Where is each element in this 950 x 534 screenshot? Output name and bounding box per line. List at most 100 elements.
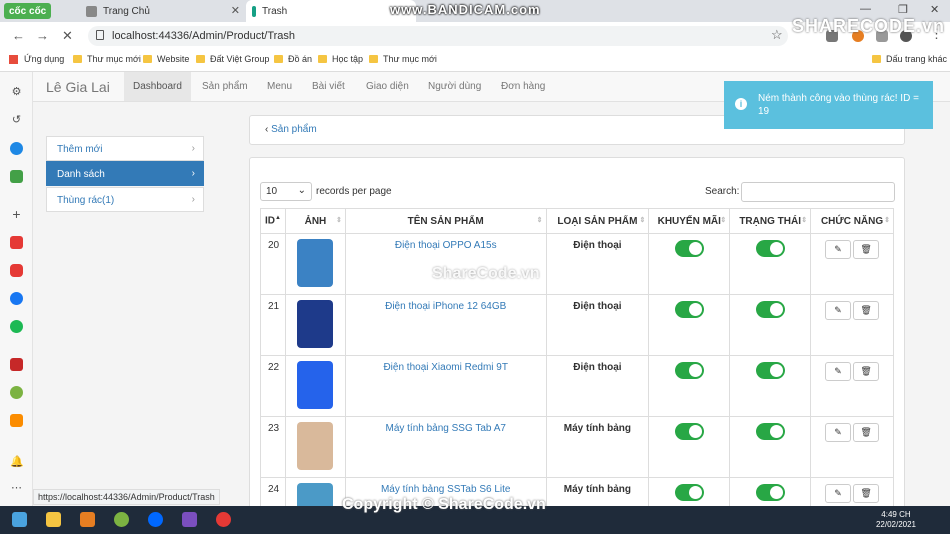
bookmark-folder[interactable]: Website [143, 54, 189, 64]
edit-icon: ✎ [834, 488, 842, 498]
menu-label: Danh sách [57, 169, 105, 180]
messenger-icon[interactable] [10, 142, 23, 155]
col-status[interactable]: TRẠNG THÁI ⇕ [729, 208, 812, 234]
url-input[interactable]: localhost:44336/Admin/Product/Trash [88, 26, 788, 46]
menu-danh-sach[interactable]: Danh sách › [46, 161, 204, 186]
status-toggle[interactable] [755, 301, 785, 318]
back-arrow-icon[interactable]: ← [12, 28, 25, 43]
zalo-icon[interactable] [148, 512, 163, 527]
delete-button[interactable]: 🗑 [853, 301, 880, 320]
coccoc-logo[interactable]: cốc cốc [4, 3, 52, 19]
promo-toggle[interactable] [674, 423, 704, 440]
col-category[interactable]: LOẠI SẢN PHẨM ⇕ [545, 208, 650, 234]
trash-icon: 🗑 [860, 427, 872, 437]
back-link[interactable]: Sản phẩm [271, 124, 317, 135]
add-icon[interactable]: + [10, 207, 23, 221]
file-explorer-icon[interactable] [46, 512, 61, 527]
bookmark-folder[interactable]: Học tập [318, 54, 363, 64]
nav-bai-viet[interactable]: Bài viết [312, 81, 345, 92]
system-clock[interactable]: 4:49 CH 22/02/2021 [876, 510, 916, 530]
product-name-link[interactable]: Điện thoại Xiaomi Redmi 9T [383, 362, 508, 373]
nav-nguoi-dung[interactable]: Người dùng [428, 81, 481, 92]
col-actions[interactable]: CHỨC NĂNG ⇕ [810, 208, 894, 234]
product-name-link[interactable]: Máy tính bảng SSG Tab A7 [385, 423, 505, 434]
browser-sidebar: ⚙ ↺ + 🔔 ⋯ [0, 72, 33, 512]
promo-toggle[interactable] [674, 362, 704, 379]
search-label: Search: [705, 186, 740, 197]
bookmark-label: Ứng dụng [24, 54, 65, 64]
product-name-link[interactable]: Điện thoại iPhone 12 64GB [385, 301, 506, 312]
cell-id: 21 [260, 294, 286, 356]
menu-thung-rac[interactable]: Thùng rác(1) › [46, 187, 204, 212]
product-name-link[interactable]: Điện thoại OPPO A15s [395, 240, 497, 251]
menu-them-moi[interactable]: Thêm mới › [46, 136, 204, 161]
game-icon[interactable] [10, 170, 23, 183]
app-brand[interactable]: Lê Gia Lai [46, 79, 110, 95]
media-icon[interactable] [80, 512, 95, 527]
facebook-icon[interactable] [10, 292, 23, 305]
edit-button[interactable]: ✎ [825, 240, 852, 259]
bookmark-apps[interactable]: Ứng dụng [9, 54, 64, 64]
more-icon[interactable]: ⋯ [10, 482, 23, 495]
youtube-icon[interactable] [10, 264, 23, 277]
vtv-icon[interactable] [10, 358, 23, 371]
edit-button[interactable]: ✎ [825, 484, 852, 503]
nav-dashboard[interactable]: Dashboard [124, 72, 191, 101]
history-icon[interactable]: ↺ [10, 114, 23, 127]
bookmark-folder[interactable]: Thư mục mới [73, 54, 141, 64]
delete-button[interactable]: 🗑 [853, 240, 880, 259]
edit-button[interactable]: ✎ [825, 423, 852, 442]
col-promo[interactable]: KHUYẾN MÃI ⇕ [648, 208, 731, 234]
windows-start-icon[interactable] [12, 512, 27, 527]
chevron-right-icon: › [191, 143, 195, 154]
coccoc-taskbar-icon[interactable] [114, 512, 129, 527]
promo-toggle[interactable] [674, 484, 704, 501]
settings-icon[interactable]: ⚙ [10, 86, 23, 99]
forward-arrow-icon[interactable]: → [36, 28, 49, 43]
recorder-watermark: www.BANDICAM.com [390, 2, 541, 17]
delete-button[interactable]: 🗑 [853, 362, 880, 381]
nav-san-pham[interactable]: Sản phẩm [202, 81, 248, 92]
search-input[interactable] [741, 182, 895, 202]
bookmark-folder[interactable]: Đồ án [274, 54, 312, 64]
tab-title: Trang Chủ [103, 5, 150, 17]
bell-icon[interactable]: 🔔 [10, 456, 24, 469]
gmail-icon[interactable] [10, 236, 23, 249]
bookmark-folder[interactable]: Thư mục mới [369, 54, 437, 64]
status-toggle[interactable] [755, 423, 785, 440]
delete-button[interactable]: 🗑 [853, 423, 880, 442]
delete-button[interactable]: 🗑 [853, 484, 880, 503]
col-id[interactable]: ID▲ [260, 208, 286, 234]
close-window-icon[interactable]: ✕ [930, 3, 939, 16]
promo-toggle[interactable] [674, 301, 704, 318]
close-icon[interactable]: ✕ [231, 4, 240, 17]
news-icon[interactable] [10, 414, 23, 427]
tab-trang-chu[interactable]: Trang Chủ ✕ [80, 0, 246, 22]
nav-giao-dien[interactable]: Giao diện [366, 81, 409, 92]
product-name-link[interactable]: Máy tính bảng SSTab S6 Lite [381, 484, 511, 495]
status-toggle[interactable] [755, 362, 785, 379]
edit-button[interactable]: ✎ [825, 301, 852, 320]
status-toggle[interactable] [755, 240, 785, 257]
status-toggle[interactable] [755, 484, 785, 501]
nav-don-hang[interactable]: Đơn hàng [501, 81, 545, 92]
cell-promo [648, 294, 731, 356]
toast-notification[interactable]: i Ném thành công vào thùng rác! ID = 19 [724, 81, 933, 129]
col-image[interactable]: ẢNH ⇕ [284, 208, 346, 234]
star-icon[interactable]: ☆ [771, 27, 783, 43]
edit-button[interactable]: ✎ [825, 362, 852, 381]
bookmark-folder[interactable]: Đất Việt Group [196, 54, 269, 64]
sharecode-logo: SHARECODE.vn [792, 16, 946, 36]
bookmark-other[interactable]: Dấu trang khác [872, 54, 947, 64]
close-load-icon[interactable]: ✕ [62, 28, 73, 44]
page-length-select[interactable]: 10 ⌄ [260, 182, 312, 201]
promo-toggle[interactable] [674, 240, 704, 257]
col-name[interactable]: TÊN SẢN PHẨM ⇕ [344, 208, 547, 234]
record-icon[interactable] [216, 512, 231, 527]
nav-menu[interactable]: Menu [267, 81, 292, 92]
spotify-icon[interactable] [10, 320, 23, 333]
visual-studio-icon[interactable] [182, 512, 197, 527]
coccoc-icon[interactable] [10, 386, 23, 399]
maximize-icon[interactable]: ❐ [898, 3, 908, 16]
minimize-icon[interactable]: — [860, 3, 871, 15]
